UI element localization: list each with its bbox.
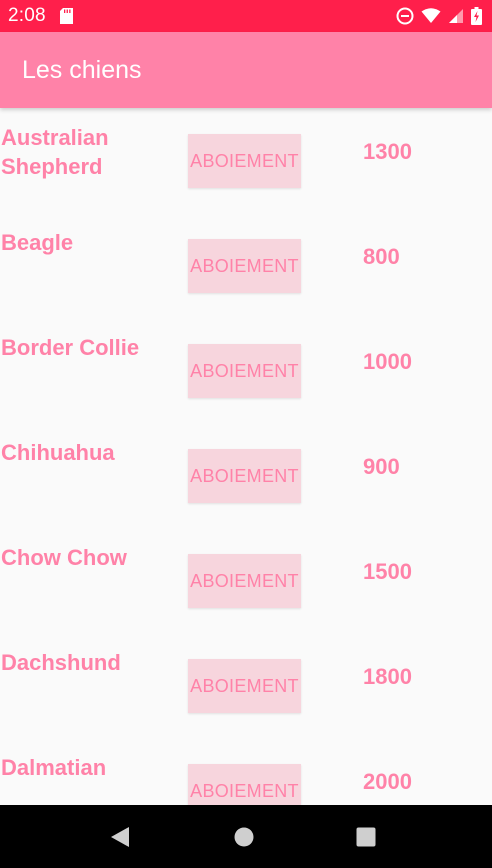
dog-name: Beagle: [1, 230, 74, 255]
dog-list[interactable]: Australian Shepherd ABOIEMENT 1300 Beagl…: [0, 108, 492, 805]
list-item: Australian Shepherd ABOIEMENT 1300: [0, 108, 492, 213]
dog-price: 900: [363, 454, 400, 479]
dog-price: 2000: [363, 769, 412, 794]
bark-button[interactable]: ABOIEMENT: [188, 449, 301, 503]
bark-button[interactable]: ABOIEMENT: [188, 764, 301, 805]
list-item: Beagle ABOIEMENT 800: [0, 213, 492, 318]
home-icon[interactable]: [228, 821, 260, 853]
dog-name: Australian Shepherd: [1, 125, 109, 179]
list-item: Dachshund ABOIEMENT 1800: [0, 633, 492, 738]
recents-icon[interactable]: [350, 821, 382, 853]
dog-price: 1000: [363, 349, 412, 374]
dog-name: Border Collie: [1, 335, 140, 360]
phone-screen: 2:08 Les chiens Australian Shepherd ABOI…: [0, 0, 492, 868]
app-title: Les chiens: [22, 55, 142, 84]
bark-button[interactable]: ABOIEMENT: [188, 134, 301, 188]
sd-card-icon: [59, 8, 73, 24]
list-item: Chihuahua ABOIEMENT 900: [0, 423, 492, 528]
dog-name: Dalmatian: [1, 755, 107, 780]
cell-signal-icon: [448, 8, 464, 24]
do-not-disturb-icon: [396, 7, 414, 25]
dog-name: Chow Chow: [1, 545, 127, 570]
dog-price: 1300: [363, 139, 412, 164]
bark-button[interactable]: ABOIEMENT: [188, 554, 301, 608]
dog-name: Dachshund: [1, 650, 121, 675]
status-time: 2:08: [8, 5, 46, 26]
dog-name: Chihuahua: [1, 440, 115, 465]
dog-price: 1500: [363, 559, 412, 584]
app-bar: Les chiens: [0, 32, 492, 108]
bark-button[interactable]: ABOIEMENT: [188, 239, 301, 293]
navigation-bar: [0, 805, 492, 868]
bark-button[interactable]: ABOIEMENT: [188, 344, 301, 398]
bark-button[interactable]: ABOIEMENT: [188, 659, 301, 713]
status-bar: 2:08: [0, 0, 492, 32]
dog-price: 1800: [363, 664, 412, 689]
back-icon[interactable]: [104, 821, 136, 853]
dog-price: 800: [363, 244, 400, 269]
list-item: Chow Chow ABOIEMENT 1500: [0, 528, 492, 633]
list-item: Dalmatian ABOIEMENT 2000: [0, 738, 492, 805]
wifi-icon: [421, 8, 441, 24]
battery-icon: [471, 7, 482, 25]
list-item: Border Collie ABOIEMENT 1000: [0, 318, 492, 423]
